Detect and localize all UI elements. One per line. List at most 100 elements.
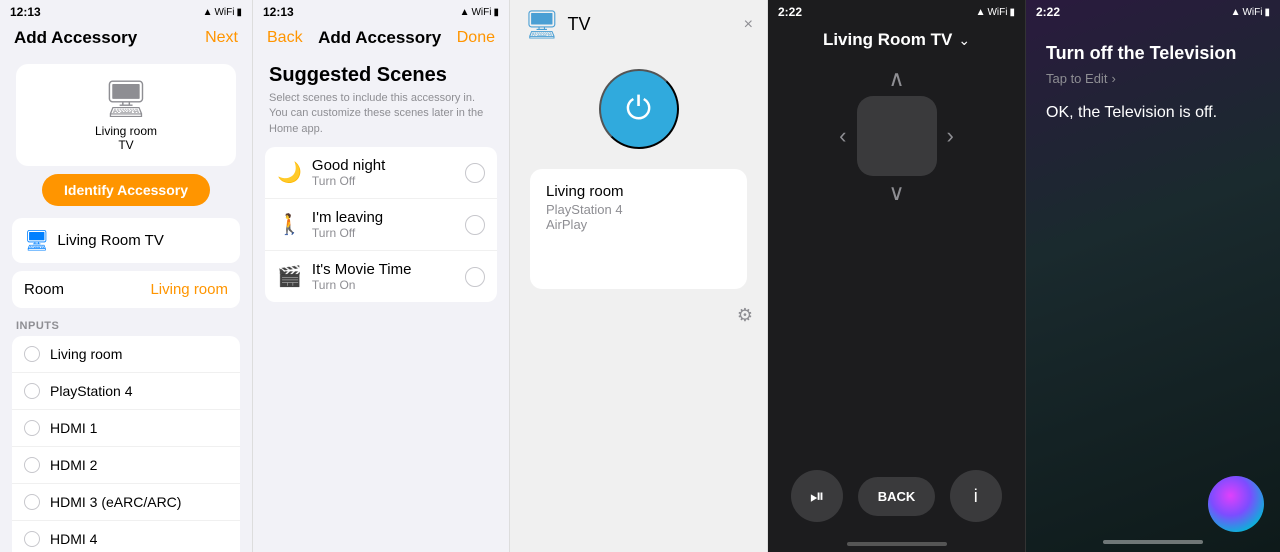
signal-icon: ▲ bbox=[1231, 7, 1241, 18]
scene-name: Good night bbox=[312, 157, 385, 174]
wifi-icon: WiFi bbox=[471, 7, 491, 18]
down-arrow-icon: ∨ bbox=[888, 180, 904, 205]
input-list: Living room PlayStation 4 HDMI 1 HDMI 2 … bbox=[12, 336, 240, 552]
scene-radio[interactable] bbox=[465, 163, 485, 183]
siri-content: Turn off the Television Tap to Edit › OK… bbox=[1026, 22, 1280, 540]
movie-icon: 🎬 bbox=[277, 264, 302, 289]
nav-bar-1: Add Accessory Next bbox=[0, 22, 252, 54]
scene-left: 🎬 It's Movie Time Turn On bbox=[277, 261, 411, 292]
moon-icon: 🌙 bbox=[277, 160, 302, 185]
list-item[interactable]: HDMI 4 bbox=[12, 521, 240, 552]
nav-center-button[interactable] bbox=[857, 96, 937, 176]
scene-radio[interactable] bbox=[465, 267, 485, 287]
input-name: Living room bbox=[50, 346, 122, 362]
list-item[interactable]: Living room bbox=[12, 336, 240, 373]
wifi-icon: WiFi bbox=[1242, 7, 1262, 18]
tap-to-edit-label: Tap to Edit bbox=[1046, 71, 1107, 86]
panel-siri: 2:22 ▲ WiFi ▮ Turn off the Television Ta… bbox=[1026, 0, 1280, 552]
accessory-icon-box: 🖥 Living roomTV bbox=[16, 64, 236, 166]
close-button[interactable]: × bbox=[744, 16, 753, 34]
page-title-1: Add Accessory bbox=[14, 28, 137, 48]
gear-icon[interactable]: ⚙ bbox=[737, 305, 753, 326]
tap-to-edit-arrow: › bbox=[1111, 71, 1115, 86]
play-pause-button[interactable]: ⏯ bbox=[791, 470, 843, 522]
radio-circle[interactable] bbox=[24, 494, 40, 510]
power-symbol: ⏻ bbox=[626, 90, 651, 128]
tv-header-label: TV bbox=[568, 14, 591, 35]
device-row[interactable]: 🖥 Living Room TV bbox=[12, 218, 240, 263]
panel3-footer: ⚙ bbox=[510, 299, 767, 332]
power-button[interactable]: ⏻ bbox=[599, 69, 679, 149]
room-row[interactable]: Room Living room bbox=[12, 271, 240, 308]
panel3-topbar: 🖥 TV × bbox=[510, 0, 767, 49]
radio-circle[interactable] bbox=[24, 420, 40, 436]
radio-circle[interactable] bbox=[24, 346, 40, 362]
list-item[interactable]: HDMI 3 (eARC/ARC) bbox=[12, 484, 240, 521]
info-button[interactable]: i bbox=[950, 470, 1002, 522]
status-bar-1: 12:13 ▲ WiFi ▮ bbox=[0, 0, 252, 22]
next-button[interactable]: Next bbox=[205, 29, 238, 47]
remote-navigation: ∧ ‹ › ∨ bbox=[768, 56, 1025, 458]
list-item[interactable]: PlayStation 4 bbox=[12, 373, 240, 410]
done-button[interactable]: Done bbox=[457, 29, 495, 47]
nav-up-button[interactable]: ∧ bbox=[888, 66, 904, 92]
back-remote-button[interactable]: BACK bbox=[858, 477, 936, 516]
signal-icon: ▲ bbox=[976, 7, 986, 18]
input-selector[interactable]: Living room PlayStation 4 AirPlay bbox=[530, 169, 747, 289]
input-sel-airplay: AirPlay bbox=[546, 217, 731, 232]
page-title-2: Add Accessory bbox=[318, 28, 441, 48]
scene-item-goodnight[interactable]: 🌙 Good night Turn Off bbox=[265, 147, 497, 199]
input-name: HDMI 4 bbox=[50, 531, 97, 547]
wifi-icon: WiFi bbox=[987, 7, 1007, 18]
remote-title: Living Room TV bbox=[823, 30, 952, 50]
panel-remote-control: 2:22 ▲ WiFi ▮ Living Room TV ⌄ ∧ ‹ › ∨ ⏯ bbox=[768, 0, 1026, 552]
wifi-icon: WiFi bbox=[214, 7, 234, 18]
status-icons-2: ▲ WiFi ▮ bbox=[460, 7, 499, 18]
scene-text: Good night Turn Off bbox=[312, 157, 385, 188]
nav-down-button[interactable]: ∨ bbox=[888, 180, 904, 206]
status-icons-4: ▲ WiFi ▮ bbox=[976, 7, 1015, 18]
home-indicator-light bbox=[1103, 540, 1203, 544]
siri-orb-inner bbox=[1208, 476, 1264, 532]
radio-circle[interactable] bbox=[24, 383, 40, 399]
up-arrow-icon: ∧ bbox=[888, 66, 904, 91]
nav-right-button[interactable]: › bbox=[947, 123, 954, 149]
tv-header-icon: 🖥 bbox=[524, 8, 560, 41]
scene-text: It's Movie Time Turn On bbox=[312, 261, 412, 292]
device-tv-icon: 🖥 bbox=[24, 228, 49, 253]
scene-left: 🌙 Good night Turn Off bbox=[277, 157, 385, 188]
identify-accessory-button[interactable]: Identify Accessory bbox=[42, 174, 210, 206]
status-bar-2: 12:13 ▲ WiFi ▮ bbox=[253, 0, 509, 22]
scenes-description: Select scenes to include this accessory … bbox=[253, 91, 509, 147]
status-time-5: 2:22 bbox=[1036, 5, 1060, 19]
radio-circle[interactable] bbox=[24, 457, 40, 473]
scenes-title: Suggested Scenes bbox=[253, 54, 509, 91]
input-name: HDMI 3 (eARC/ARC) bbox=[50, 494, 181, 510]
scene-item-leaving[interactable]: 🚶 I'm leaving Turn Off bbox=[265, 199, 497, 251]
radio-circle[interactable] bbox=[24, 531, 40, 547]
tv-header: 🖥 TV bbox=[524, 8, 591, 41]
scene-name: It's Movie Time bbox=[312, 261, 412, 278]
siri-orb[interactable] bbox=[1208, 476, 1264, 532]
scene-action: Turn Off bbox=[312, 174, 385, 188]
list-item[interactable]: HDMI 2 bbox=[12, 447, 240, 484]
nav-left-button[interactable]: ‹ bbox=[839, 123, 846, 149]
right-arrow-icon: › bbox=[947, 123, 954, 148]
scene-list: 🌙 Good night Turn Off 🚶 I'm leaving Turn… bbox=[265, 147, 497, 302]
left-arrow-icon: ‹ bbox=[839, 123, 846, 148]
input-sel-room: Living room bbox=[546, 183, 731, 200]
battery-icon: ▮ bbox=[1264, 7, 1270, 18]
power-area: ⏻ bbox=[510, 49, 767, 159]
scene-radio[interactable] bbox=[465, 215, 485, 235]
scene-item-movietime[interactable]: 🎬 It's Movie Time Turn On bbox=[265, 251, 497, 302]
list-item[interactable]: HDMI 1 bbox=[12, 410, 240, 447]
back-button[interactable]: Back bbox=[267, 29, 303, 47]
inputs-section-header: INPUTS bbox=[0, 316, 252, 336]
status-time-4: 2:22 bbox=[778, 5, 802, 19]
chevron-down-icon[interactable]: ⌄ bbox=[958, 32, 970, 49]
siri-tap-edit[interactable]: Tap to Edit › bbox=[1046, 71, 1260, 86]
scene-action: Turn Off bbox=[312, 226, 383, 240]
status-time-1: 12:13 bbox=[10, 5, 41, 19]
room-label: Room bbox=[24, 281, 64, 298]
input-name: HDMI 1 bbox=[50, 420, 97, 436]
